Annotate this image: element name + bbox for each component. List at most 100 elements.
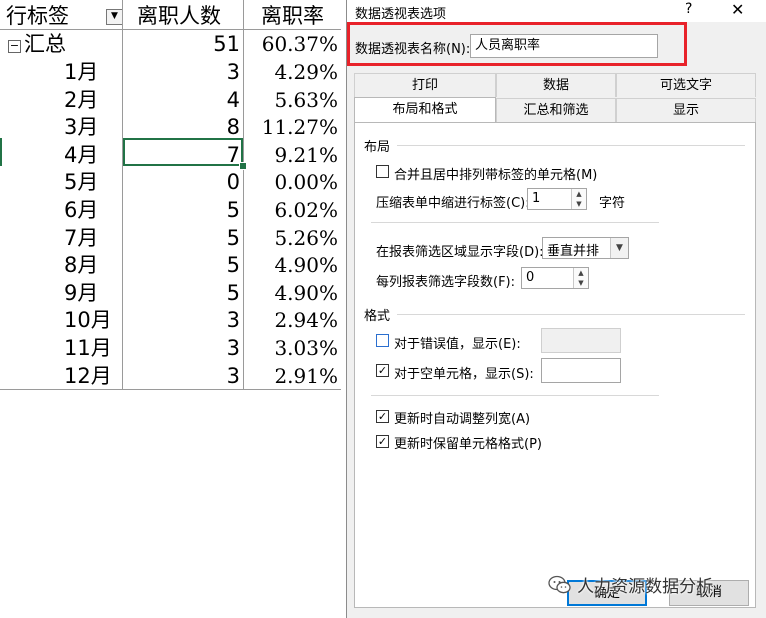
pivot-month-row: 1月 3 4.29%	[0, 59, 347, 86]
spin-down-icon[interactable]: ▼	[573, 278, 588, 288]
header-count[interactable]: 离职人数	[123, 3, 243, 30]
pivot-month-row: 2月 4 5.63%	[0, 87, 347, 114]
indent-label: 压缩表单中缩进行标签(C):	[376, 196, 530, 211]
month-label[interactable]: 1月	[0, 59, 122, 86]
month-count[interactable]: 4	[123, 87, 243, 114]
month-label[interactable]: 9月	[0, 280, 122, 307]
month-rate[interactable]: 5.63%	[243, 87, 340, 114]
dialog-title: 数据透视表选项	[355, 7, 447, 22]
table-bottom-border	[0, 389, 341, 390]
merge-label[interactable]: 合并且居中排列带标签的单元格(M)	[394, 164, 597, 183]
pivot-name-label: 数据透视表名称(N):	[355, 42, 471, 57]
autofit-checkbox[interactable]: ✓	[376, 410, 389, 423]
month-count[interactable]: 0	[123, 169, 243, 196]
tab-layout-format[interactable]: 布局和格式	[354, 97, 496, 123]
fill-handle[interactable]	[239, 162, 247, 170]
tab-display[interactable]: 显示	[616, 98, 756, 122]
filter-count-spinner[interactable]: 0 ▲ ▼	[521, 267, 589, 289]
empty-cell-checkbox[interactable]: ✓	[376, 364, 389, 377]
total-count[interactable]: 51	[123, 31, 243, 58]
month-label[interactable]: 4月	[0, 142, 122, 169]
header-rate[interactable]: 离职率	[243, 3, 340, 30]
section-divider	[397, 145, 745, 146]
month-rate[interactable]: 0.00%	[243, 169, 340, 196]
month-label[interactable]: 2月	[0, 87, 122, 114]
pivot-month-row: 10月 3 2.94%	[0, 307, 347, 334]
close-button[interactable]: ✕	[731, 0, 744, 19]
pivot-options-dialog: 数据透视表选项 ? ✕ 数据透视表名称(N): 人员离职率 打印 数据 可选文字…	[346, 0, 766, 618]
month-rate[interactable]: 6.02%	[243, 197, 340, 224]
total-rate[interactable]: 60.37%	[243, 31, 340, 58]
total-label: 汇总	[24, 32, 66, 56]
filter-area-select[interactable]: 垂直并排 ▼	[542, 237, 629, 259]
chevron-down-icon[interactable]: ▼	[610, 238, 628, 258]
error-value-checkbox[interactable]	[376, 334, 389, 347]
month-count[interactable]: 5	[123, 280, 243, 307]
section-divider	[371, 395, 659, 396]
error-value-input[interactable]	[541, 328, 621, 353]
month-rate[interactable]: 11.27%	[243, 114, 340, 141]
indent-unit: 字符	[599, 196, 626, 211]
empty-cell-input[interactable]	[541, 358, 621, 383]
preserve-format-label[interactable]: 更新时保留单元格格式(P)	[394, 433, 542, 452]
filter-area-value: 垂直并排	[547, 244, 600, 259]
pivot-table: 行标签 离职人数 离职率 ▼ − 汇总 51 60.37% 1月 3 4.29% 2月 4…	[0, 0, 347, 618]
spin-down-icon[interactable]: ▼	[571, 199, 586, 209]
pivot-month-row: 6月 5 6.02%	[0, 197, 347, 224]
month-label[interactable]: 11月	[0, 335, 122, 362]
month-count[interactable]: 5	[123, 252, 243, 279]
month-rate[interactable]: 9.21%	[243, 142, 340, 169]
month-rate[interactable]: 2.94%	[243, 307, 340, 334]
month-rate[interactable]: 2.91%	[243, 363, 340, 390]
section-divider	[397, 314, 745, 315]
indent-spinner[interactable]: 1 ▲ ▼	[527, 188, 587, 210]
help-button[interactable]: ?	[685, 1, 692, 17]
collapse-icon[interactable]: −	[8, 40, 21, 53]
pivot-month-row: 5月 0 0.00%	[0, 169, 347, 196]
selected-cell[interactable]	[123, 138, 243, 166]
watermark: 人力资源数据分析	[548, 572, 713, 602]
month-count[interactable]: 5	[123, 197, 243, 224]
pivot-month-row: 8月 5 4.90%	[0, 252, 347, 279]
month-rate[interactable]: 5.26%	[243, 225, 340, 252]
month-label[interactable]: 10月	[0, 307, 122, 334]
month-label[interactable]: 3月	[0, 114, 122, 141]
filter-area-label: 在报表筛选区域显示字段(D):	[376, 245, 544, 260]
column-divider	[243, 0, 244, 390]
pivot-total-row: − 汇总 51 60.37%	[0, 31, 347, 58]
month-rate[interactable]: 4.90%	[243, 252, 340, 279]
month-rate[interactable]: 4.90%	[243, 280, 340, 307]
tab-alt-text[interactable]: 可选文字	[616, 73, 756, 97]
indent-value: 1	[532, 191, 541, 206]
month-label[interactable]: 7月	[0, 225, 122, 252]
month-count[interactable]: 5	[123, 225, 243, 252]
pivot-month-row: 9月 5 4.90%	[0, 280, 347, 307]
filter-count-value: 0	[526, 270, 535, 285]
month-label[interactable]: 5月	[0, 169, 122, 196]
preserve-format-checkbox[interactable]: ✓	[376, 435, 389, 448]
merge-checkbox[interactable]	[376, 165, 389, 178]
filter-dropdown-icon[interactable]: ▼	[106, 9, 123, 25]
month-rate[interactable]: 4.29%	[243, 59, 340, 86]
total-label-cell[interactable]: − 汇总	[0, 31, 122, 58]
autofit-label[interactable]: 更新时自动调整列宽(A)	[394, 408, 530, 427]
month-rate[interactable]: 3.03%	[243, 335, 340, 362]
empty-cell-label[interactable]: 对于空单元格，显示(S):	[394, 363, 534, 382]
tab-print[interactable]: 打印	[354, 73, 496, 97]
month-count[interactable]: 3	[123, 335, 243, 362]
month-count[interactable]: 3	[123, 59, 243, 86]
watermark-text: 人力资源数据分析	[577, 577, 714, 597]
month-count[interactable]: 3	[123, 307, 243, 334]
month-label[interactable]: 6月	[0, 197, 122, 224]
tab-totals-filters[interactable]: 汇总和筛选	[496, 98, 616, 122]
error-value-label[interactable]: 对于错误值，显示(E):	[394, 333, 521, 352]
month-label[interactable]: 12月	[0, 363, 122, 390]
pivot-name-input[interactable]: 人员离职率	[470, 34, 658, 58]
month-label[interactable]: 8月	[0, 252, 122, 279]
pivot-month-row: 7月 5 5.26%	[0, 225, 347, 252]
month-count[interactable]: 3	[123, 363, 243, 390]
active-row-marker	[0, 138, 2, 166]
pivot-month-row: 12月 3 2.91%	[0, 363, 347, 390]
tab-data[interactable]: 数据	[496, 73, 616, 97]
layout-section-title: 布局	[364, 140, 391, 155]
